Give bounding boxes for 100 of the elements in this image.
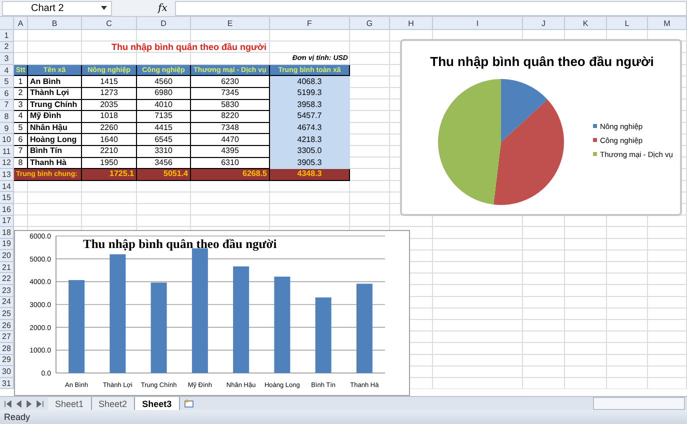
table-cell: 5830 — [191, 100, 270, 112]
chart-title: Thu nhập bình quân theo đầu người — [83, 237, 277, 251]
chart-title: Thu nhập bình quân theo đầu người — [430, 54, 654, 69]
column-header[interactable]: L — [607, 17, 648, 30]
table-cell: 7135 — [137, 111, 191, 123]
table-cell: 1018 — [82, 111, 137, 123]
column-header[interactable]: K — [565, 17, 607, 30]
row-header[interactable]: 27 — [0, 331, 14, 344]
table-cell: 1725.1 — [82, 169, 137, 181]
row-header[interactable]: 23 — [0, 285, 14, 297]
row-header[interactable]: 16 — [0, 204, 14, 216]
column-header[interactable]: C — [82, 17, 137, 30]
sheet-navigation-icon[interactable] — [4, 400, 44, 408]
table-cell: 3958.3 — [270, 100, 350, 112]
row-header[interactable]: 28 — [0, 343, 14, 355]
table-cell: 6230 — [191, 76, 270, 88]
table-cell: 5 — [14, 122, 28, 134]
table-cell: 4 — [14, 111, 28, 123]
function-button[interactable]: fx — [158, 2, 168, 14]
table-cell: 8 — [14, 158, 28, 170]
table-title: Thu nhập bình quân theo đầu người — [110, 42, 268, 54]
table-cell: Trung Chính — [28, 100, 82, 112]
row-header[interactable]: 14 — [0, 180, 14, 192]
row-header[interactable]: 17 — [0, 216, 14, 228]
row-header[interactable]: 20 — [0, 250, 14, 262]
column-header[interactable]: H — [390, 17, 433, 30]
horizontal-scrollbar[interactable] — [593, 397, 685, 410]
name-box[interactable]: Chart 2 — [2, 0, 112, 16]
row-header[interactable]: 18 — [0, 227, 14, 239]
table-cell: 3456 — [137, 158, 191, 170]
new-sheet-icon[interactable] — [184, 399, 194, 408]
table-cell: 5457.7 — [270, 111, 350, 123]
column-header[interactable]: G — [350, 17, 390, 30]
row-header[interactable]: 9 — [0, 122, 14, 134]
row-header[interactable]: 13 — [0, 169, 14, 181]
table-cell: 7345 — [191, 88, 270, 100]
column-header[interactable]: A — [14, 17, 28, 30]
table-cell: Nhân Hậu — [28, 122, 82, 134]
table-cell: 1273 — [82, 88, 137, 100]
row-header[interactable]: 30 — [0, 366, 14, 378]
table-cell: Hoàng Long — [28, 134, 82, 146]
column-header[interactable]: I — [433, 17, 523, 30]
table-cell: 3905.3 — [270, 158, 350, 170]
table-cell: 5199.3 — [270, 88, 350, 100]
table-cell: 4560 — [137, 76, 191, 88]
row-header[interactable]: 29 — [0, 354, 14, 366]
row-header[interactable]: 19 — [0, 238, 14, 250]
row-header[interactable]: 12 — [0, 158, 14, 170]
row-header[interactable]: 3 — [0, 53, 14, 65]
row-header[interactable]: 10 — [0, 134, 14, 146]
column-header[interactable]: E — [191, 17, 270, 30]
table-cell: 2035 — [82, 100, 137, 112]
table-cell: 4415 — [137, 122, 191, 134]
table-cell: 8220 — [191, 111, 270, 123]
table-cell: 6268.5 — [191, 169, 270, 181]
sheet-tab[interactable]: Sheet1 — [48, 397, 92, 410]
table-cell: Thành Lợi — [28, 88, 82, 100]
column-header[interactable]: B — [28, 17, 82, 30]
row-header[interactable]: 4 — [0, 64, 14, 76]
table-cell: 6980 — [137, 88, 191, 100]
row-header[interactable]: 1 — [0, 30, 14, 42]
column-header[interactable]: M — [648, 17, 687, 30]
column-header[interactable]: J — [523, 17, 565, 30]
row-header[interactable]: 8 — [0, 111, 14, 123]
table-cell: 6310 — [191, 158, 270, 170]
table-cell: 4068.3 — [270, 76, 350, 88]
row-header[interactable]: 24 — [0, 296, 14, 308]
row-header[interactable]: 15 — [0, 192, 14, 204]
table-cell: 2 — [14, 88, 28, 100]
row-header[interactable]: 7 — [0, 100, 14, 112]
table-cell: 6545 — [137, 134, 191, 146]
table-cell: 4010 — [137, 100, 191, 112]
row-header[interactable]: 25 — [0, 308, 14, 320]
row-header[interactable]: 2 — [0, 42, 14, 54]
caret-icon[interactable] — [101, 6, 107, 10]
column-header[interactable]: F — [270, 17, 350, 30]
row-header[interactable]: 22 — [0, 273, 14, 286]
table-cell: 5051.4 — [137, 169, 191, 181]
table-cell: 4218.3 — [270, 134, 350, 146]
table-cell: 7348 — [191, 122, 270, 134]
table-cell: 1950 — [82, 158, 137, 170]
table-cell: 3305.0 — [270, 146, 350, 158]
row-header[interactable]: 21 — [0, 262, 14, 274]
row-header[interactable]: 26 — [0, 320, 14, 332]
table-cell: 4348.3 — [270, 169, 350, 181]
row-header[interactable]: 6 — [0, 88, 14, 100]
table-cell: 2260 — [82, 122, 137, 134]
table-cell: 1640 — [82, 134, 137, 146]
table-cell: 6 — [14, 134, 28, 146]
table-cell: An Bình — [28, 76, 82, 88]
row-header[interactable]: 11 — [0, 146, 14, 158]
formula-input[interactable] — [175, 0, 687, 16]
row-header[interactable]: 5 — [0, 76, 14, 88]
table-cell: 4395 — [191, 146, 270, 158]
table-cell: 3310 — [137, 146, 191, 158]
status-text: Ready — [4, 412, 30, 422]
row-header[interactable]: 31 — [0, 378, 14, 390]
sheet-tab[interactable]: Sheet3 — [135, 397, 180, 410]
sheet-tab[interactable]: Sheet2 — [92, 397, 136, 410]
column-header[interactable]: D — [137, 17, 191, 30]
